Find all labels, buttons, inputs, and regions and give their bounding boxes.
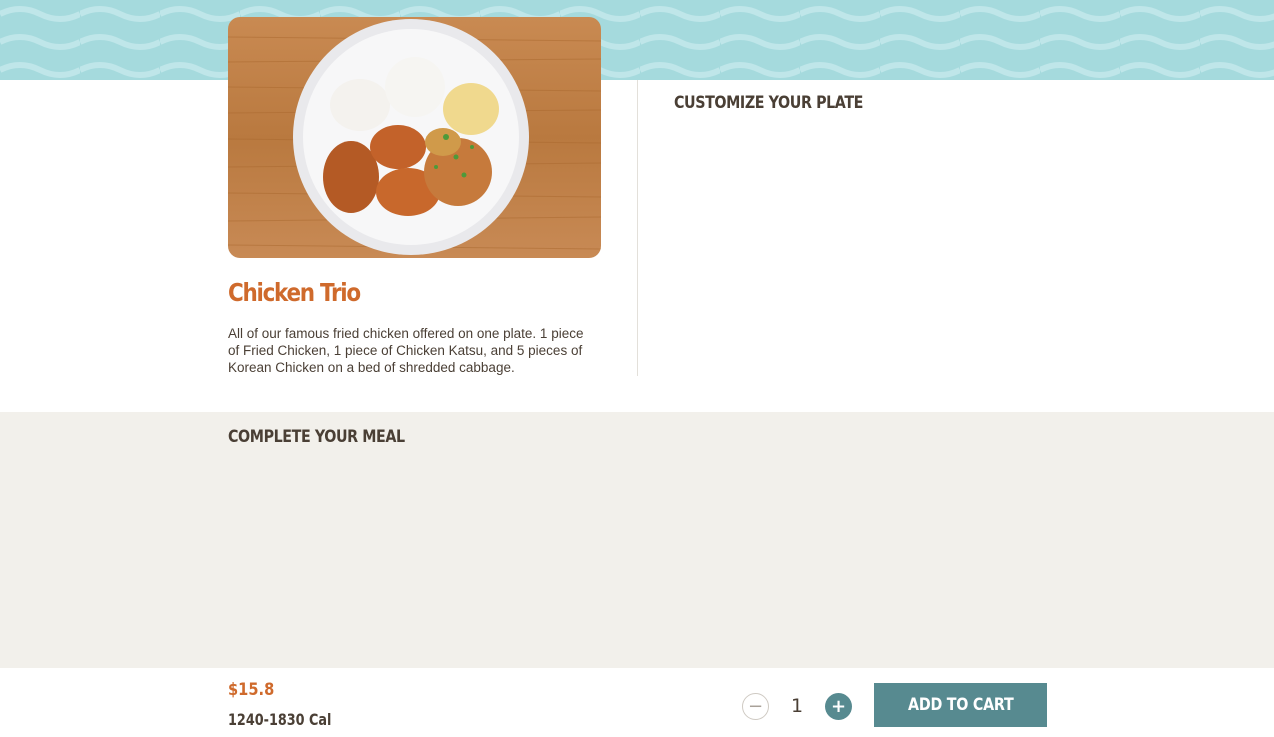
complete-meal-heading: COMPLETE YOUR MEAL: [228, 427, 405, 447]
cart-footer-bar: $15.8 1240-1830 Cal − 1 + ADD TO CART: [0, 668, 1274, 737]
add-to-cart-label: ADD TO CART: [907, 695, 1014, 715]
wave-banner: [0, 0, 1274, 80]
quantity-increase-button[interactable]: +: [825, 693, 852, 720]
product-image: [228, 17, 601, 258]
quantity-value: 1: [790, 695, 804, 717]
price-label: $15.8: [228, 680, 275, 700]
column-divider: [637, 80, 638, 376]
customize-plate-heading: CUSTOMIZE YOUR PLATE: [674, 93, 863, 113]
add-to-cart-button[interactable]: ADD TO CART: [874, 683, 1047, 727]
quantity-decrease-button[interactable]: −: [742, 693, 769, 720]
complete-meal-section: COMPLETE YOUR MEAL: [0, 412, 1274, 668]
product-title: Chicken Trio: [228, 278, 361, 307]
wave-pattern-icon: [0, 0, 1274, 80]
calories-label: 1240-1830 Cal: [228, 710, 332, 729]
product-description: All of our famous fried chicken offered …: [228, 326, 584, 375]
